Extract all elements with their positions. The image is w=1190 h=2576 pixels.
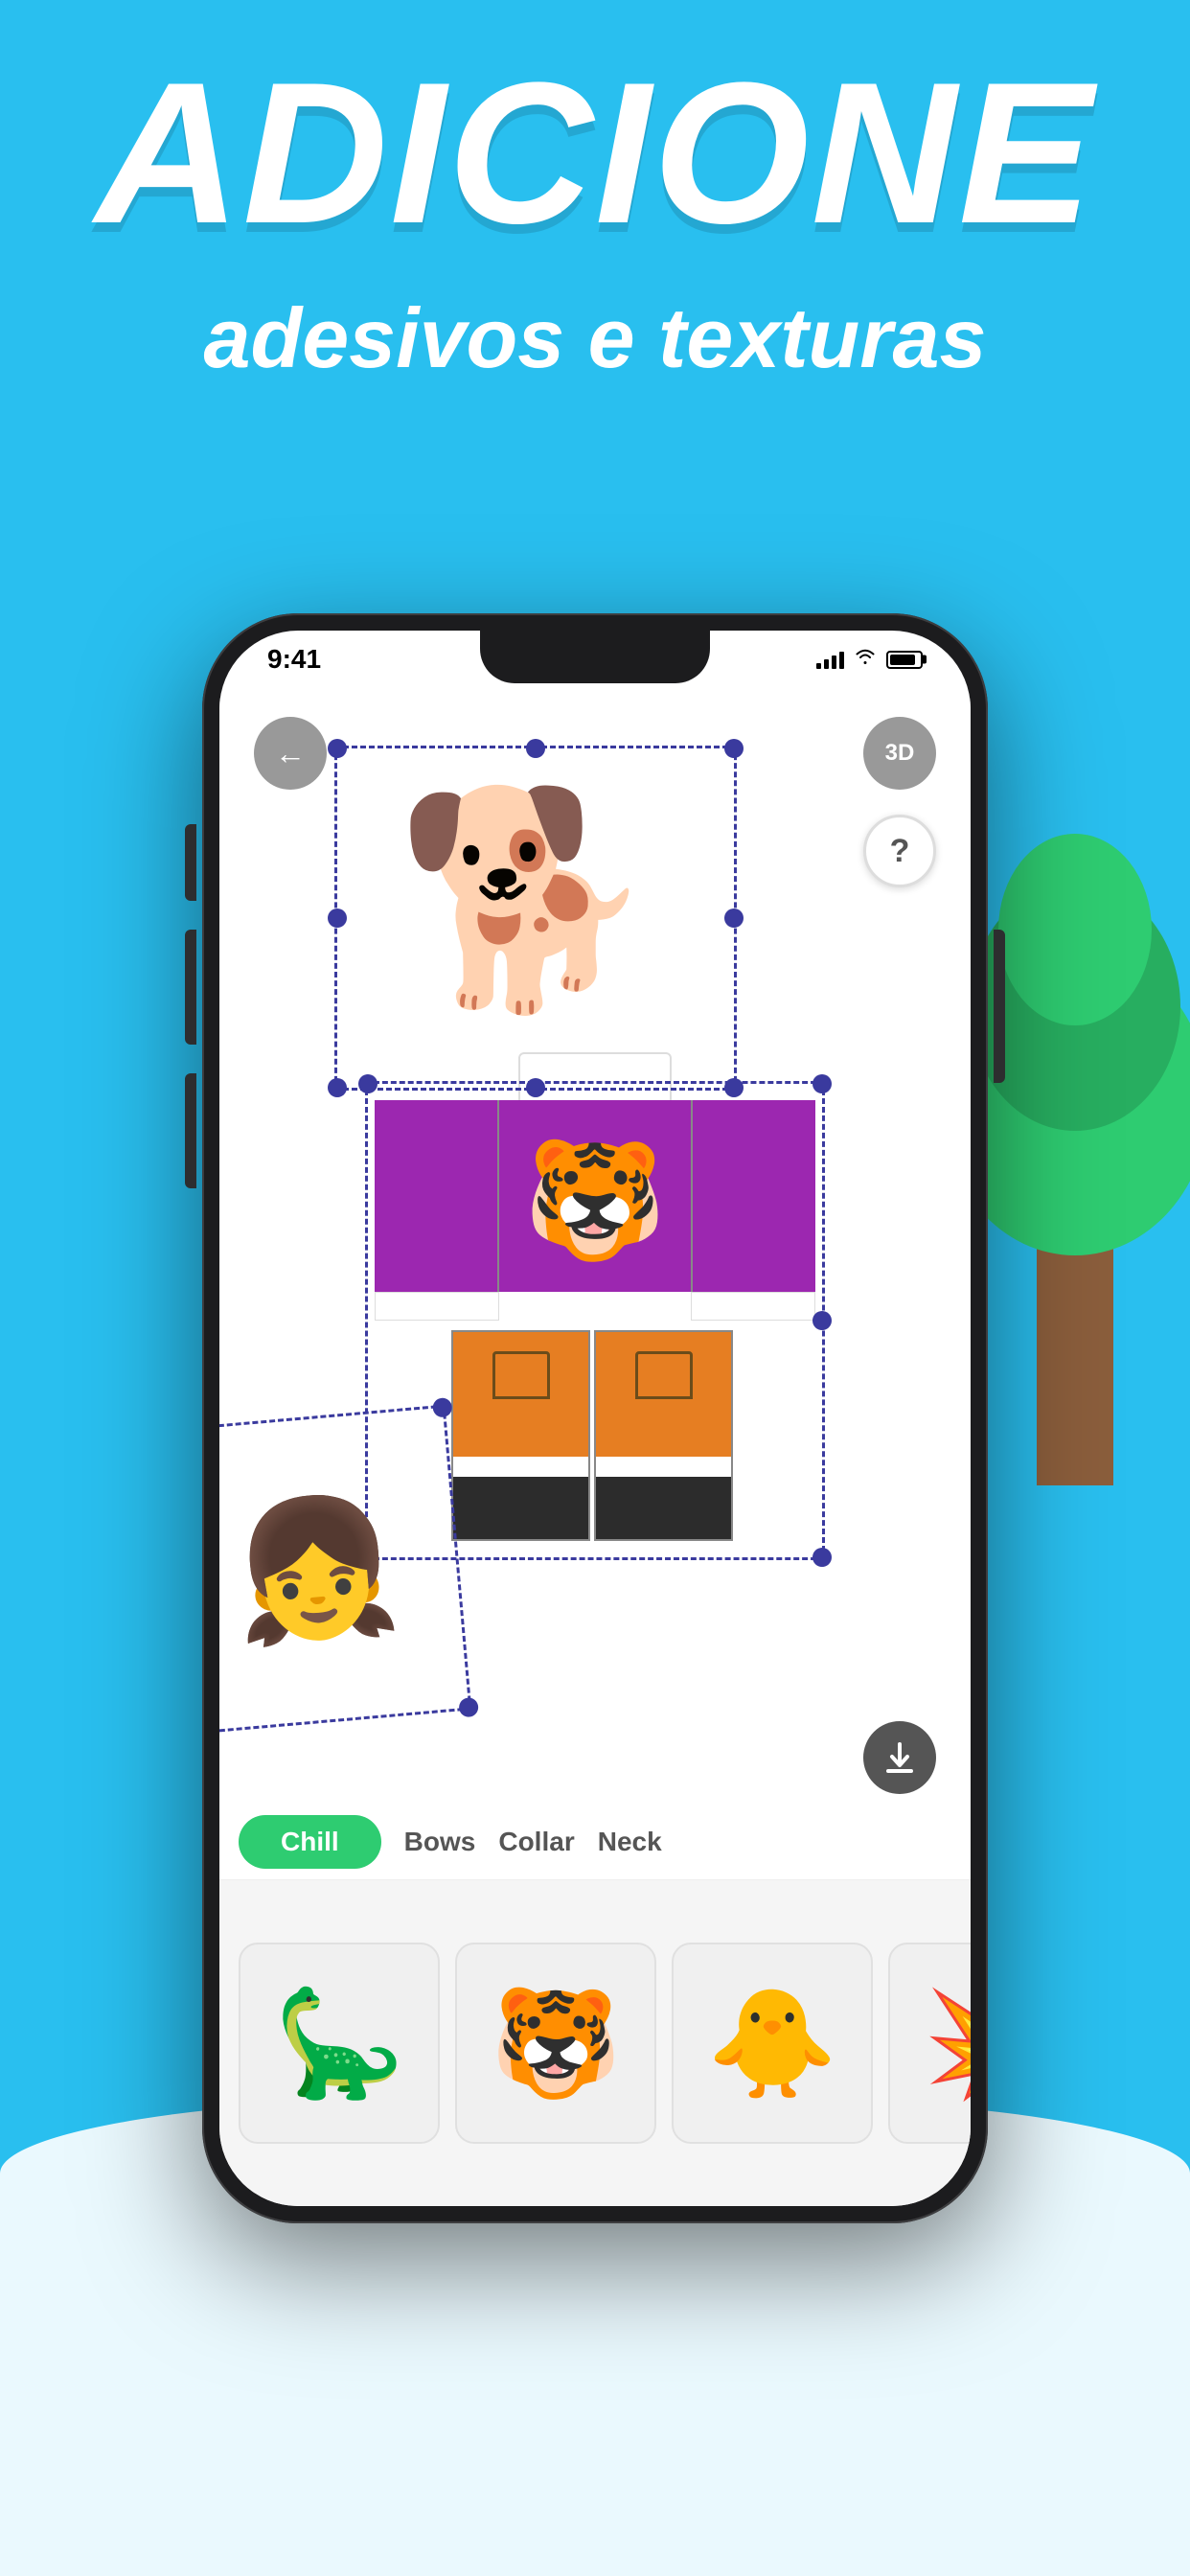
- sticker-item-1[interactable]: 🐯: [455, 1943, 656, 2144]
- category-tabs: Chill Bows Collar Neck: [219, 1804, 971, 1880]
- shirt-handle-mr[interactable]: [812, 1311, 832, 1330]
- status-icons: [816, 648, 923, 671]
- phone-wrapper: 9:41: [202, 613, 988, 2223]
- btn-3d-label: 3D: [885, 740, 915, 767]
- download-icon: [882, 1740, 917, 1775]
- sticker-item-2[interactable]: 🐥: [672, 1943, 873, 2144]
- sticker-grid: 🦕 🐯 🐥 💥 🌟: [219, 1880, 971, 2206]
- header-section: ADICIONE adesivos e texturas: [0, 58, 1190, 388]
- sticker-item-3[interactable]: 💥: [888, 1943, 971, 2144]
- btn-3d[interactable]: 3D: [863, 717, 936, 790]
- handle-tr[interactable]: [724, 739, 744, 758]
- handle-ml[interactable]: [328, 908, 347, 928]
- tab-bows[interactable]: Bows: [404, 1827, 476, 1857]
- back-button[interactable]: ←: [254, 717, 327, 790]
- status-time: 9:41: [267, 644, 321, 675]
- handle-tl[interactable]: [328, 739, 347, 758]
- shiba-sticker[interactable]: 🐕: [354, 717, 698, 1081]
- wifi-icon: [854, 648, 877, 671]
- handle-br[interactable]: [724, 1078, 744, 1097]
- bottom-section: Chill Bows Collar Neck 🦕: [219, 1804, 971, 2206]
- tab-collar[interactable]: Collar: [498, 1827, 574, 1857]
- tab-chill[interactable]: Chill: [239, 1815, 381, 1869]
- shirt-handle-br[interactable]: [812, 1548, 832, 1567]
- download-button[interactable]: [863, 1721, 936, 1794]
- anime-sticker-area: 👧: [219, 1405, 471, 1736]
- btn-help-label: ?: [890, 833, 910, 870]
- phone-frame: 9:41: [202, 613, 988, 2223]
- handle-bl[interactable]: [328, 1078, 347, 1097]
- subtitle: adesivos e texturas: [57, 288, 1133, 389]
- anime-sticker[interactable]: 👧: [219, 1408, 469, 1732]
- back-arrow-icon: ←: [275, 736, 306, 771]
- main-title: ADICIONE: [57, 58, 1133, 249]
- phone-screen: 9:41: [219, 631, 971, 2206]
- notch: [480, 631, 710, 683]
- shirt-handle-tr[interactable]: [812, 1074, 832, 1093]
- handle-mr[interactable]: [724, 908, 744, 928]
- sticker-item-0[interactable]: 🦕: [239, 1943, 440, 2144]
- battery-icon: [886, 651, 923, 669]
- handle-bm[interactable]: [526, 1078, 545, 1097]
- tab-neck[interactable]: Neck: [598, 1827, 662, 1857]
- signal-icon: [816, 650, 844, 669]
- btn-help[interactable]: ?: [863, 815, 936, 887]
- anime-handle-br[interactable]: [458, 1697, 479, 1718]
